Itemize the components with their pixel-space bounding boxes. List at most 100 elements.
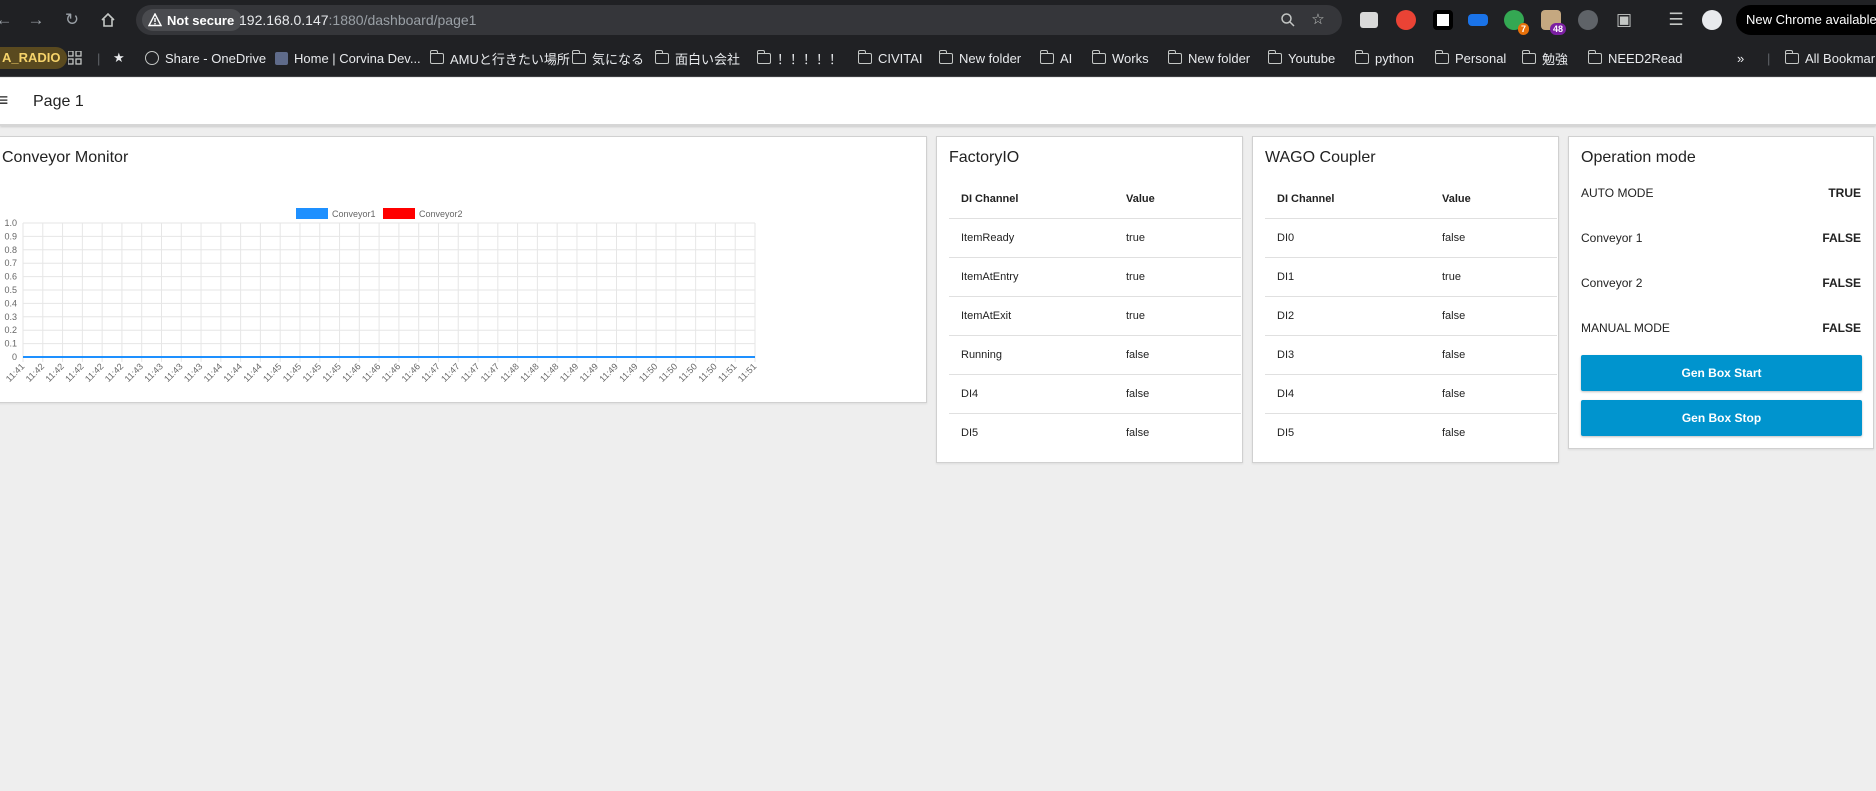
y-tick-label: 0.8 <box>4 245 17 255</box>
bookmark-star-icon[interactable]: ☆ <box>1308 10 1328 30</box>
x-tick-label: 11:50 <box>657 361 680 384</box>
bookmark-folder[interactable]: AI <box>1039 48 1073 68</box>
address-bar[interactable]: Not secure 192.168.0.147:1880/dashboard/… <box>136 5 1342 35</box>
bookmark-folder[interactable]: Youtube <box>1267 48 1335 68</box>
y-tick-label: 0.6 <box>4 272 17 282</box>
extension-icon[interactable]: 48 <box>1541 10 1566 35</box>
bookmark-folder[interactable]: New folder <box>1167 48 1251 68</box>
extension-icon[interactable] <box>1360 12 1378 28</box>
value-cell: true <box>1114 296 1241 336</box>
bookmark-folder[interactable]: 気になる <box>571 48 645 68</box>
bookmark-folder[interactable]: AMUと行きたい場所 <box>429 48 570 68</box>
y-tick-label: 0.2 <box>4 325 17 335</box>
folder-icon <box>571 49 586 64</box>
folder-icon <box>429 49 444 64</box>
channel-cell: DI4 <box>949 374 1114 414</box>
status-label: Conveyor 2 <box>1581 276 1643 290</box>
folder-icon <box>1521 49 1536 64</box>
extension-icon[interactable]: 7 <box>1504 10 1529 35</box>
x-tick-label: 11:44 <box>222 361 245 384</box>
folder-icon <box>756 49 771 64</box>
column-header: Value <box>1430 181 1557 219</box>
value-cell: false <box>1126 426 1150 439</box>
url-text[interactable]: 192.168.0.147:1880/dashboard/page1 <box>239 12 476 28</box>
x-tick-label: 11:45 <box>281 361 304 384</box>
legend-label: Conveyor2 <box>419 209 463 219</box>
bookmark-folder[interactable]: 勉強 <box>1521 48 1568 68</box>
y-tick-label: 0.3 <box>4 312 17 322</box>
bookmark-label: 気になる <box>592 51 645 67</box>
folder-icon <box>938 49 953 64</box>
gen-box-stop-button[interactable]: Gen Box Stop <box>1581 400 1862 436</box>
menu-icon[interactable]: ≡ <box>0 90 10 111</box>
x-tick-label: 11:47 <box>459 361 482 384</box>
bookmark-folder[interactable]: NEED2Read <box>1587 48 1682 68</box>
back-icon[interactable]: ← <box>0 8 16 32</box>
bookmark-folder[interactable]: 面白い会社 <box>654 48 740 68</box>
globe-icon <box>145 51 159 65</box>
extension-icon[interactable] <box>1578 10 1598 30</box>
bookmark-radio[interactable]: A_RADIO <box>0 47 67 69</box>
media-icon[interactable]: ☰ <box>1664 8 1688 32</box>
status-value: FALSE <box>1822 231 1861 245</box>
table-row: DI4 false <box>949 374 1241 414</box>
extension-icon[interactable] <box>1396 10 1416 30</box>
update-chrome-button[interactable]: New Chrome available <box>1736 5 1876 35</box>
zoom-icon[interactable] <box>1278 10 1298 30</box>
channel-cell: Running <box>949 335 1114 375</box>
divider: | <box>97 50 101 66</box>
folder-icon <box>654 49 669 64</box>
channel-cell: ItemReady <box>949 218 1114 258</box>
folder-icon <box>1091 49 1106 64</box>
x-tick-label: 11:43 <box>182 361 205 384</box>
bookmark-folder[interactable]: ！！！！！ <box>756 48 842 68</box>
y-tick-label: 0.5 <box>4 285 17 295</box>
home-icon[interactable] <box>96 8 120 32</box>
bookmark-folder[interactable]: python <box>1354 48 1415 68</box>
bookmark-folder[interactable]: New folder <box>938 48 1021 68</box>
puzzle-icon[interactable]: ▣ <box>1612 8 1636 32</box>
x-tick-label: 11:48 <box>538 361 561 384</box>
reload-icon[interactable]: ↻ <box>60 8 84 32</box>
table-row: DI5 false <box>1265 413 1557 452</box>
more-bookmarks-icon[interactable]: » <box>1737 48 1744 68</box>
extension-badge: 48 <box>1549 23 1566 35</box>
apps-icon[interactable] <box>68 48 82 68</box>
x-tick-label: 11:42 <box>103 361 126 384</box>
bookmark-folder[interactable]: Works <box>1091 48 1149 68</box>
y-tick-label: 0.1 <box>4 339 17 349</box>
not-secure-chip[interactable]: Not secure <box>142 9 243 31</box>
channel-cell: DI1 <box>1265 257 1430 297</box>
value-cell: true <box>1114 218 1241 258</box>
bookmark-item[interactable]: Share - OneDrive <box>145 48 266 68</box>
channel-cell: DI3 <box>1265 335 1430 375</box>
bookmark-item[interactable]: Home | Corvina Dev... <box>275 48 421 68</box>
y-tick-label: 0 <box>12 352 17 362</box>
dashboard-header: ≡ Page 1 <box>0 78 1876 126</box>
extension-icon[interactable] <box>1468 14 1488 26</box>
bookmark-label: AI <box>1060 50 1073 66</box>
gen-box-start-button[interactable]: Gen Box Start <box>1581 355 1862 391</box>
x-tick-label: 11:50 <box>696 361 719 384</box>
profile-avatar[interactable] <box>1702 10 1722 30</box>
bookmark-label: New folder <box>1188 50 1251 66</box>
x-tick-label: 11:48 <box>498 361 521 384</box>
card-title: Operation mode <box>1581 149 1696 166</box>
bookmark-label: python <box>1375 50 1415 66</box>
table-header: DI Channel Value <box>949 181 1241 219</box>
forward-icon[interactable]: → <box>24 8 48 32</box>
x-tick-label: 11:41 <box>4 361 27 384</box>
bookmark-folder[interactable]: CIVITAI <box>857 48 923 68</box>
conveyor-monitor-card: Conveyor Monitor 0 0.1 0.2 0.3 0.4 0.5 0.6 0.7 0… <box>0 136 927 403</box>
value-cell: true <box>1430 257 1557 297</box>
extension-icon[interactable] <box>1433 10 1453 30</box>
x-tick-label: 11:45 <box>261 361 284 384</box>
all-bookmarks[interactable]: All Bookmarks <box>1784 48 1876 68</box>
x-tick-label: 11:49 <box>617 361 640 384</box>
bookmark-folder[interactable]: Personal <box>1434 48 1506 68</box>
bookmark-label: Home | Corvina Dev... <box>294 50 421 66</box>
status-label: AUTO MODE <box>1581 186 1654 200</box>
status-row: MANUAL MODE FALSE <box>1581 321 1861 341</box>
bookmark-label: CIVITAI <box>878 50 923 66</box>
star-icon[interactable]: ★ <box>113 48 125 68</box>
